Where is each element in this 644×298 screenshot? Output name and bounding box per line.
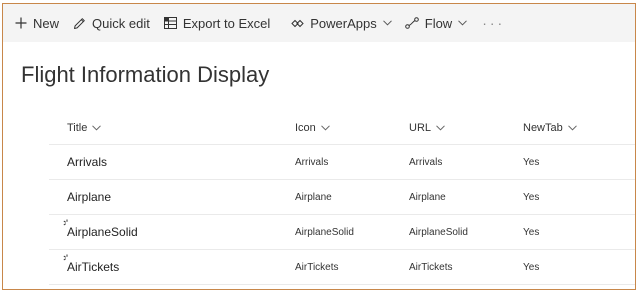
cell-newtab: Yes	[523, 261, 540, 273]
excel-grid-icon	[163, 17, 177, 29]
flow-icon	[404, 17, 419, 29]
cell-icon: Arrivals	[295, 156, 329, 168]
column-header-newtab[interactable]: NewTab	[523, 112, 577, 144]
column-header-label: Title	[67, 122, 88, 134]
cell-url: AirplaneSolid	[409, 226, 468, 238]
header-row: Title Icon URL NewTab	[49, 112, 635, 145]
cell-icon: AirTickets	[295, 261, 339, 273]
cell-url: AirTickets	[409, 261, 453, 273]
chevron-down-icon	[382, 20, 392, 26]
quick-edit-label: Quick edit	[92, 15, 150, 31]
table-row[interactable]: Arrivals Arrivals Arrivals Yes	[49, 145, 635, 180]
export-to-excel-button[interactable]: Export to Excel	[163, 4, 271, 42]
cell-url: Airplane	[409, 191, 446, 203]
item-title-link[interactable]: Arrivals	[67, 155, 107, 169]
cell-title[interactable]: Arrivals	[67, 145, 107, 179]
table-row[interactable]: AirplaneSolid AirplaneSolid AirplaneSoli…	[49, 215, 635, 250]
list-grid: Title Icon URL NewTab Arrivals Arrivals …	[3, 112, 635, 285]
quick-edit-button[interactable]: Quick edit	[73, 4, 150, 42]
powerapps-icon	[291, 18, 304, 29]
chevron-down-icon	[436, 125, 445, 131]
export-to-excel-label: Export to Excel	[182, 15, 271, 31]
chevron-down-icon	[320, 125, 330, 131]
item-title-link[interactable]: Airplane	[67, 190, 111, 204]
table-row[interactable]: AirTickets AirTickets AirTickets Yes	[49, 250, 635, 285]
plus-icon	[15, 17, 27, 29]
chevron-down-icon	[567, 125, 577, 131]
cell-newtab: Yes	[523, 191, 540, 203]
column-header-url[interactable]: URL	[409, 112, 445, 144]
page-title: Flight Information Display	[21, 62, 270, 87]
cell-icon: AirplaneSolid	[295, 226, 354, 238]
more-options-button[interactable]: ···	[482, 4, 505, 42]
cell-url: Arrivals	[409, 156, 443, 168]
column-header-title[interactable]: Title	[67, 112, 102, 144]
powerapps-menu[interactable]: PowerApps	[291, 4, 392, 42]
column-header-icon[interactable]: Icon	[295, 112, 330, 144]
item-title-link[interactable]: AirplaneSolid	[67, 225, 138, 239]
table-row[interactable]: Airplane Airplane Airplane Yes	[49, 180, 635, 215]
cell-title[interactable]: Airplane	[67, 180, 111, 214]
cell-title[interactable]: AirplaneSolid	[67, 215, 138, 249]
cell-newtab: Yes	[523, 226, 540, 238]
list-view-frame: New Quick edit Export to Excel PowerApps	[2, 3, 636, 290]
flow-label: Flow	[424, 15, 453, 31]
cell-title[interactable]: AirTickets	[67, 250, 119, 284]
flow-menu[interactable]: Flow	[404, 4, 468, 42]
pencil-icon	[73, 17, 86, 30]
item-title-link[interactable]: AirTickets	[67, 260, 119, 274]
new-button-label: New	[33, 15, 60, 31]
column-header-label: URL	[409, 122, 432, 134]
column-header-label: NewTab	[523, 122, 563, 134]
chevron-down-icon	[458, 20, 468, 26]
cell-icon: Airplane	[295, 191, 332, 203]
powerapps-label: PowerApps	[310, 15, 377, 31]
cell-newtab: Yes	[523, 156, 540, 168]
chevron-down-icon	[92, 125, 102, 131]
column-header-label: Icon	[295, 122, 316, 134]
new-button[interactable]: New	[15, 4, 59, 42]
more-icon: ···	[482, 15, 506, 31]
command-bar: New Quick edit Export to Excel PowerApps	[3, 4, 635, 42]
